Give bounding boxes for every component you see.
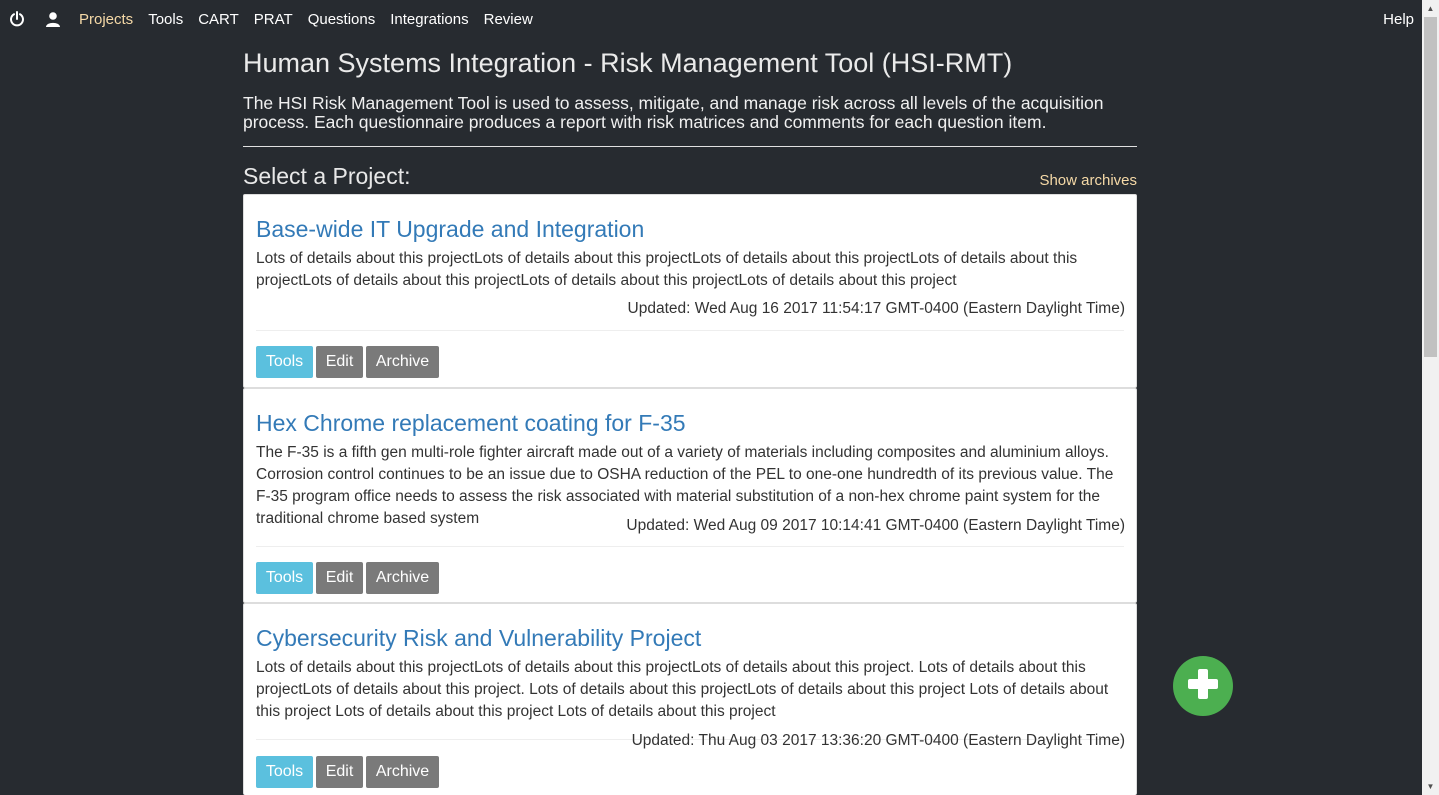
edit-button[interactable]: Edit: [316, 562, 363, 594]
tools-button[interactable]: Tools: [256, 346, 313, 378]
nav-tools[interactable]: Tools: [148, 11, 183, 29]
project-title-link[interactable]: Cybersecurity Risk and Vulnerability Pro…: [256, 624, 701, 652]
page-title: Human Systems Integration - Risk Managem…: [243, 48, 1013, 78]
nav-integrations[interactable]: Integrations: [390, 11, 468, 29]
project-title-link[interactable]: Hex Chrome replacement coating for F-35: [256, 409, 686, 437]
project-updated: Updated: Thu Aug 03 2017 13:36:20 GMT-04…: [631, 732, 1125, 749]
nav-review[interactable]: Review: [484, 11, 533, 29]
intro-text: The HSI Risk Management Tool is used to …: [243, 93, 1104, 132]
nav-cart[interactable]: CART: [198, 11, 239, 29]
tools-button[interactable]: Tools: [256, 756, 313, 788]
divider: [243, 146, 1137, 147]
edit-button[interactable]: Edit: [316, 346, 363, 378]
archive-button[interactable]: Archive: [366, 756, 439, 788]
project-updated: Updated: Wed Aug 16 2017 11:54:17 GMT-04…: [627, 300, 1125, 317]
nav-prat[interactable]: PRAT: [254, 11, 293, 29]
project-description: Lots of details about this projectLots o…: [256, 659, 1109, 720]
tools-button[interactable]: Tools: [256, 562, 313, 594]
project-card: Hex Chrome replacement coating for F-35 …: [243, 388, 1137, 603]
edit-button[interactable]: Edit: [316, 756, 363, 788]
project-description: Lots of details about this projectLots o…: [256, 250, 1078, 289]
main-content: Human Systems Integration - Risk Managem…: [243, 44, 1137, 206]
card-separator: [256, 330, 1124, 331]
plus-icon: [1186, 667, 1220, 706]
show-archives-link[interactable]: Show archives: [1039, 172, 1137, 190]
select-project-label: Select a Project:: [243, 163, 411, 189]
user-icon[interactable]: [45, 11, 61, 27]
project-updated: Updated: Wed Aug 09 2017 10:14:41 GMT-04…: [626, 517, 1125, 534]
nav-links: Projects Tools CART PRAT Questions Integ…: [79, 11, 548, 29]
scroll-down-arrow-icon[interactable]: ▼: [1422, 778, 1439, 795]
project-card: Cybersecurity Risk and Vulnerability Pro…: [243, 603, 1137, 795]
nav-projects[interactable]: Projects: [79, 11, 133, 29]
power-icon[interactable]: [9, 11, 25, 27]
archive-button[interactable]: Archive: [366, 562, 439, 594]
scrollbar-thumb[interactable]: [1424, 17, 1437, 357]
nav-questions[interactable]: Questions: [308, 11, 376, 29]
archive-button[interactable]: Archive: [366, 346, 439, 378]
scroll-up-arrow-icon[interactable]: ▲: [1422, 0, 1439, 17]
add-project-button[interactable]: [1173, 656, 1233, 716]
card-separator: [256, 546, 1124, 547]
nav-help[interactable]: Help: [1383, 11, 1414, 29]
top-navbar: Projects Tools CART PRAT Questions Integ…: [0, 0, 1422, 40]
project-title-link[interactable]: Base-wide IT Upgrade and Integration: [256, 215, 644, 243]
vertical-scrollbar[interactable]: ▲ ▼: [1422, 0, 1439, 795]
project-card: Base-wide IT Upgrade and Integration Lot…: [243, 194, 1137, 388]
